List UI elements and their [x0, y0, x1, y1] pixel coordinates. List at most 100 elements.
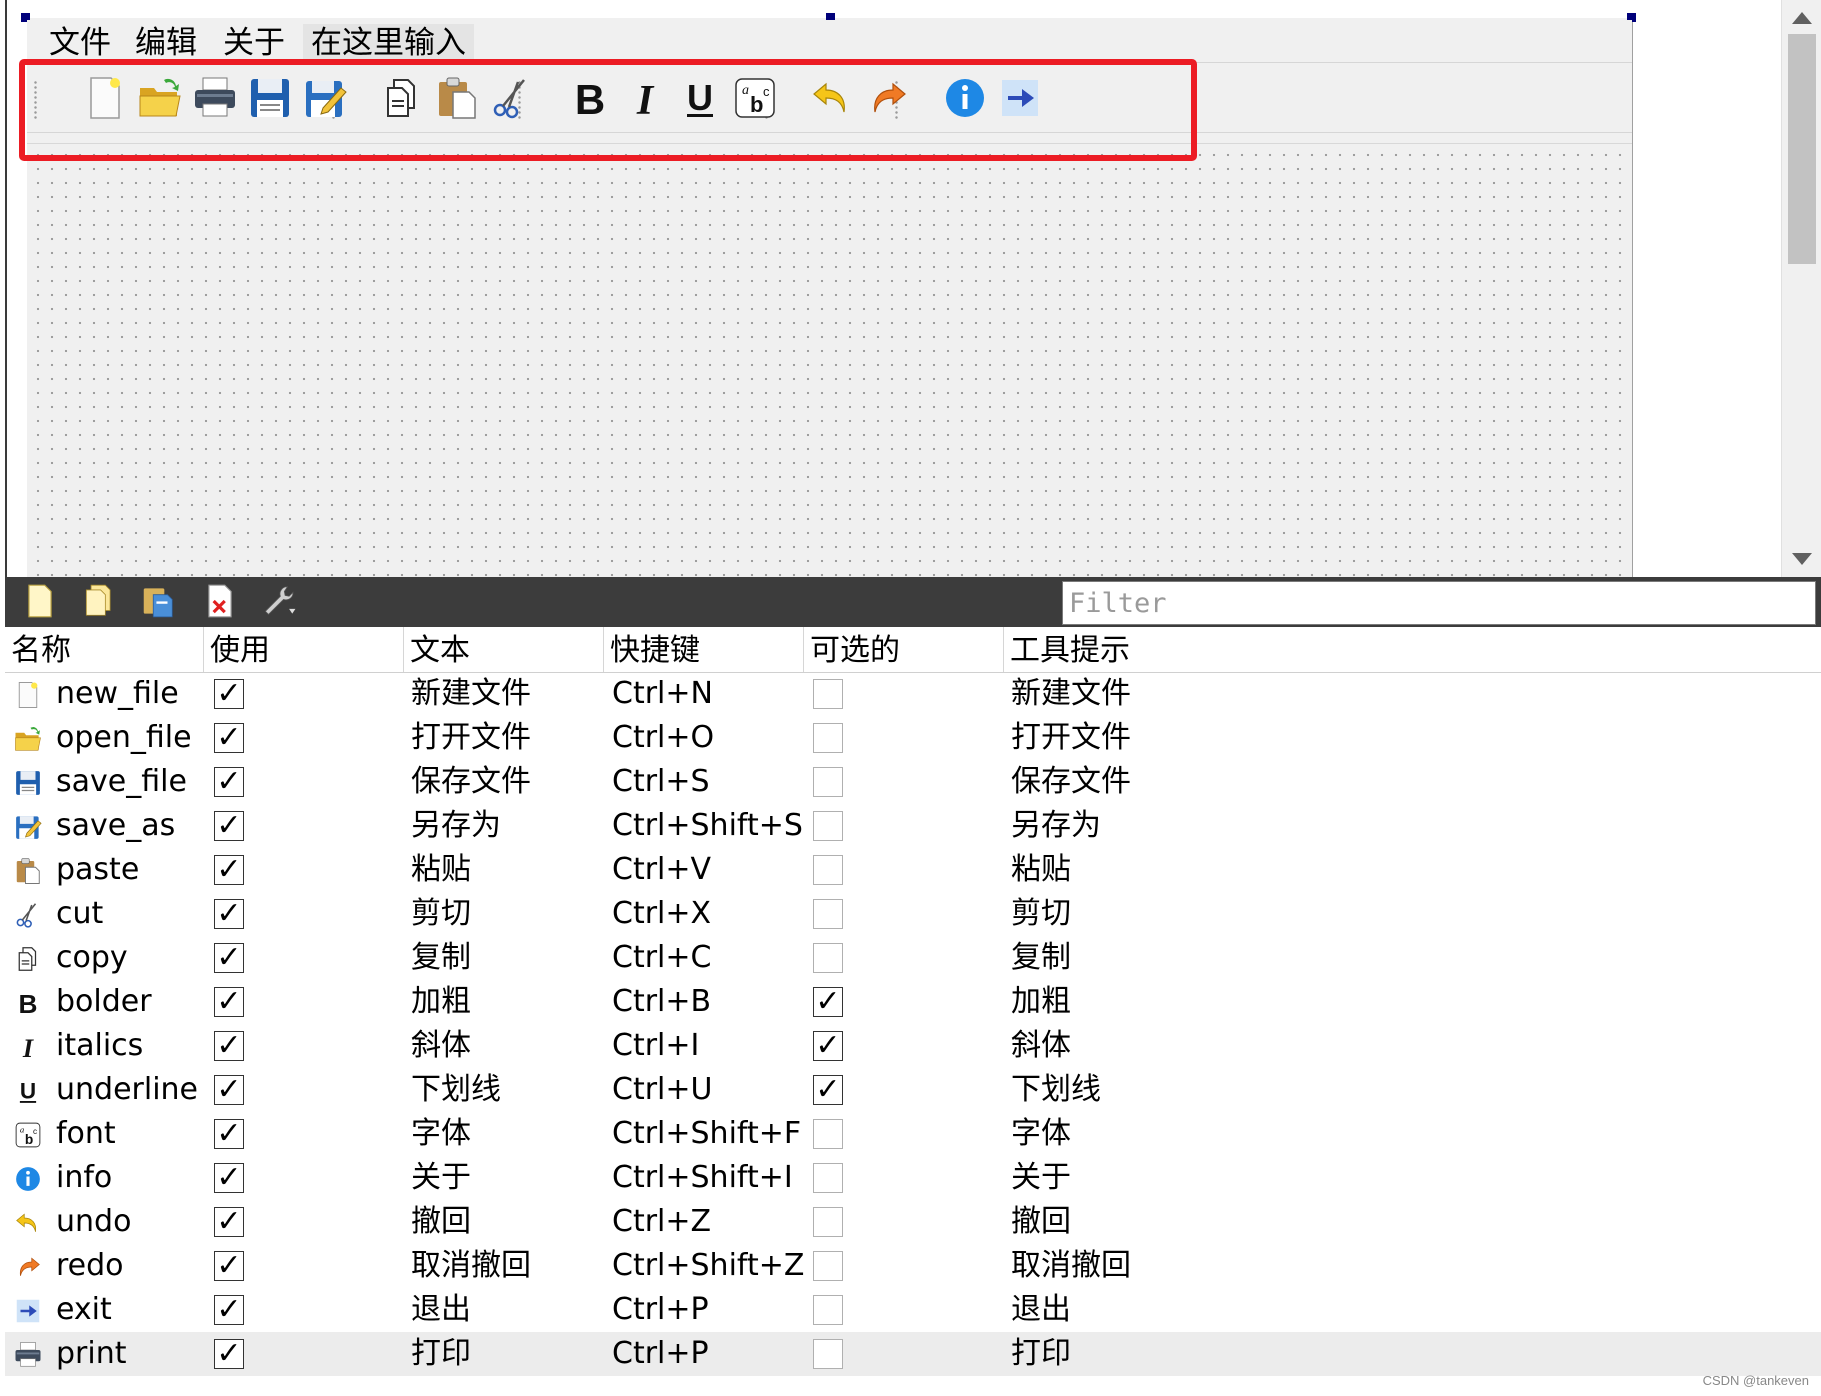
action-text: 打印: [411, 1336, 471, 1371]
action-shortcut: Ctrl+V: [612, 852, 712, 887]
used-checkbox[interactable]: ✓: [214, 1251, 244, 1281]
used-checkbox[interactable]: ✓: [214, 1031, 244, 1061]
scroll-up-arrow-icon[interactable]: [1792, 12, 1812, 24]
table-row[interactable]: exit 退出 Ctrl+P 退出 ✓: [5, 1288, 1821, 1332]
action-shortcut: Ctrl+U: [612, 1072, 713, 1107]
action-shortcut: Ctrl+Shift+I: [612, 1160, 793, 1195]
checkable-checkbox[interactable]: [813, 1339, 843, 1369]
highlight-box: [19, 59, 1197, 161]
checkable-checkbox[interactable]: [813, 1119, 843, 1149]
header-name[interactable]: 名称: [5, 627, 204, 672]
used-checkbox[interactable]: ✓: [214, 767, 244, 797]
checkable-checkbox[interactable]: ✓: [813, 1075, 843, 1105]
action-text: 退出: [411, 1292, 471, 1327]
action-tooltip: 复制: [1011, 940, 1071, 975]
checkable-checkbox[interactable]: [813, 899, 843, 929]
action-tooltip: 字体: [1011, 1116, 1071, 1151]
used-checkbox[interactable]: ✓: [214, 1163, 244, 1193]
checkable-checkbox[interactable]: [813, 723, 843, 753]
header-text[interactable]: 文本: [404, 627, 604, 672]
undo-arrow-icon: [13, 1208, 43, 1238]
copy-icon: [13, 944, 43, 974]
checkable-checkbox[interactable]: [813, 811, 843, 841]
action-shortcut: Ctrl+P: [612, 1336, 709, 1371]
used-checkbox[interactable]: ✓: [214, 943, 244, 973]
table-row[interactable]: open_file 打开文件 Ctrl+O 打开文件 ✓: [5, 716, 1821, 760]
checkable-checkbox[interactable]: [813, 767, 843, 797]
action-text: 保存文件: [411, 764, 531, 799]
menu-bar: 文件 编辑 关于 在这里输入: [27, 20, 1632, 63]
checkable-checkbox[interactable]: [813, 1251, 843, 1281]
checkable-checkbox[interactable]: ✓: [813, 987, 843, 1017]
checkable-checkbox[interactable]: [813, 943, 843, 973]
delete-action-button[interactable]: [199, 582, 241, 624]
action-text: 新建文件: [411, 676, 531, 711]
checkable-checkbox[interactable]: [813, 1207, 843, 1237]
table-row[interactable]: new_file 新建文件 Ctrl+N 新建文件 ✓: [5, 672, 1821, 716]
scissors-icon: [13, 900, 43, 930]
used-checkbox[interactable]: ✓: [214, 679, 244, 709]
table-row[interactable]: save_file 保存文件 Ctrl+S 保存文件 ✓: [5, 760, 1821, 804]
header-used[interactable]: 使用: [204, 627, 404, 672]
scroll-thumb[interactable]: [1788, 34, 1816, 264]
used-checkbox[interactable]: ✓: [214, 899, 244, 929]
menu-file[interactable]: 文件: [49, 24, 111, 62]
action-text: 关于: [411, 1160, 471, 1195]
window-border: [5, 0, 7, 577]
menu-about[interactable]: 关于: [223, 24, 285, 62]
table-row[interactable]: redo 取消撤回 Ctrl+Shift+Z 取消撤回 ✓: [5, 1244, 1821, 1288]
action-shortcut: Ctrl+S: [612, 764, 710, 799]
checkable-checkbox[interactable]: [813, 1295, 843, 1325]
scroll-down-arrow-icon[interactable]: [1792, 553, 1812, 565]
action-tooltip: 新建文件: [1011, 676, 1131, 711]
copy-action-button[interactable]: [78, 582, 120, 624]
checkable-checkbox[interactable]: ✓: [813, 1031, 843, 1061]
checkable-checkbox[interactable]: [813, 1163, 843, 1193]
table-row[interactable]: save_as 另存为 Ctrl+Shift+S 另存为 ✓: [5, 804, 1821, 848]
action-shortcut: Ctrl+B: [612, 984, 712, 1019]
used-checkbox[interactable]: ✓: [214, 987, 244, 1017]
used-checkbox[interactable]: ✓: [214, 855, 244, 885]
paste-action-button[interactable]: [137, 582, 179, 624]
action-name: exit: [56, 1292, 112, 1327]
table-row[interactable]: cut 剪切 Ctrl+X 剪切 ✓: [5, 892, 1821, 936]
table-row[interactable]: Iitalics 斜体 Ctrl+I 斜体 ✓ ✓: [5, 1024, 1821, 1068]
open-folder-icon: [13, 724, 43, 754]
used-checkbox[interactable]: ✓: [214, 811, 244, 841]
table-row[interactable]: paste 粘贴 Ctrl+V 粘贴 ✓: [5, 848, 1821, 892]
checkable-checkbox[interactable]: [813, 679, 843, 709]
used-checkbox[interactable]: ✓: [214, 1119, 244, 1149]
filter-input[interactable]: [1062, 581, 1816, 625]
header-checkable[interactable]: 可选的: [804, 627, 1004, 672]
action-name: underline: [56, 1072, 199, 1107]
action-name: cut: [56, 896, 104, 931]
menu-type-here[interactable]: 在这里输入: [303, 24, 474, 62]
table-row[interactable]: copy 复制 Ctrl+C 复制 ✓: [5, 936, 1821, 980]
vertical-scrollbar[interactable]: [1781, 0, 1821, 577]
table-row[interactable]: print 打印 Ctrl+P 打印 ✓: [5, 1332, 1821, 1376]
new-action-button[interactable]: [19, 582, 61, 624]
action-tooltip: 保存文件: [1011, 764, 1131, 799]
action-text: 剪切: [411, 896, 471, 931]
action-name: font: [56, 1116, 116, 1151]
action-name: copy: [56, 940, 128, 975]
action-text: 斜体: [411, 1028, 471, 1063]
table-row[interactable]: Bbolder 加粗 Ctrl+B 加粗 ✓ ✓: [5, 980, 1821, 1024]
used-checkbox[interactable]: ✓: [214, 723, 244, 753]
action-tooltip: 加粗: [1011, 984, 1071, 1019]
header-shortcut[interactable]: 快捷键: [604, 627, 804, 672]
svg-text:B: B: [19, 989, 38, 1018]
used-checkbox[interactable]: ✓: [214, 1339, 244, 1369]
checkable-checkbox[interactable]: [813, 855, 843, 885]
menu-edit[interactable]: 编辑: [135, 24, 197, 62]
used-checkbox[interactable]: ✓: [214, 1075, 244, 1105]
configure-wrench-button[interactable]: [257, 582, 299, 624]
header-tooltip[interactable]: 工具提示: [1004, 627, 1821, 672]
table-row[interactable]: undo 撤回 Ctrl+Z 撤回 ✓: [5, 1200, 1821, 1244]
table-row[interactable]: info 关于 Ctrl+Shift+I 关于 ✓: [5, 1156, 1821, 1200]
used-checkbox[interactable]: ✓: [214, 1295, 244, 1325]
used-checkbox[interactable]: ✓: [214, 1207, 244, 1237]
table-row[interactable]: a b c font 字体 Ctrl+Shift+F 字体 ✓: [5, 1112, 1821, 1156]
action-shortcut: Ctrl+Shift+Z: [612, 1248, 805, 1283]
table-row[interactable]: Uunderline 下划线 Ctrl+U 下划线 ✓ ✓: [5, 1068, 1821, 1112]
